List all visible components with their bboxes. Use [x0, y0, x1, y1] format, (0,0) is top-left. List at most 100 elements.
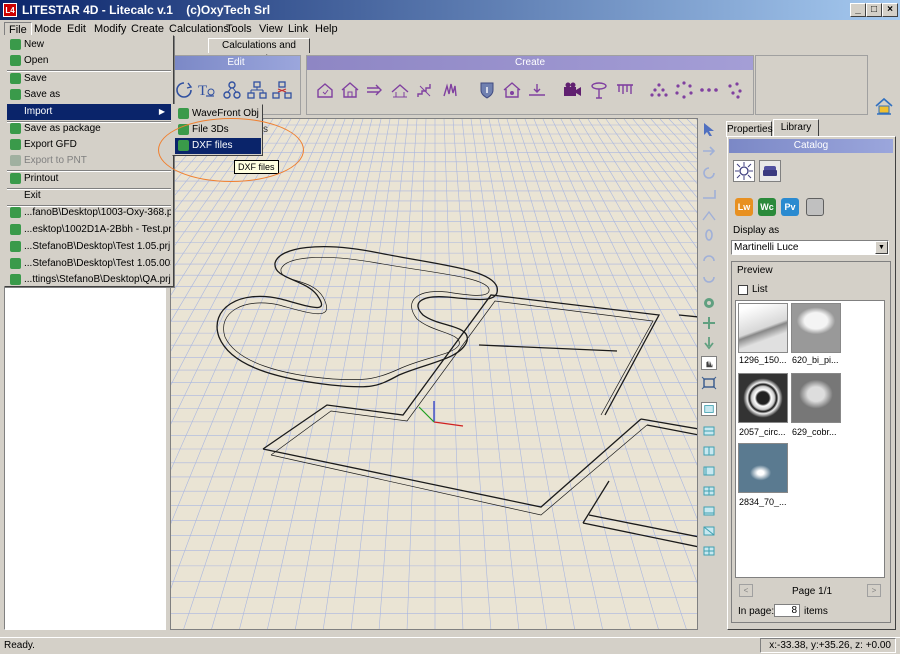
project-file-icon: [10, 241, 21, 252]
measure-icon[interactable]: [701, 208, 717, 222]
luminaire-catalog-button[interactable]: [733, 160, 755, 182]
menu-item-recent-2[interactable]: ...esktop\1002D1A-2Bbh - Test.prj: [7, 222, 171, 238]
redo-icon[interactable]: [701, 272, 717, 286]
menu-item-new[interactable]: New: [7, 37, 171, 53]
close-button[interactable]: ×: [882, 3, 898, 17]
stairs-create-icon[interactable]: [415, 80, 435, 100]
text-tool-icon[interactable]: T: [196, 80, 216, 100]
house-create-icon[interactable]: [340, 80, 360, 100]
menu-item-recent-3[interactable]: ...StefanoB\Desktop\Test 1.05.prj: [7, 239, 171, 255]
maximize-button[interactable]: □: [866, 3, 882, 17]
thumbnail-629[interactable]: [791, 373, 841, 423]
shield-create-icon[interactable]: [477, 80, 497, 100]
menu-link[interactable]: Link: [284, 22, 312, 37]
thumbnail-2057[interactable]: [738, 373, 788, 423]
tab-properties[interactable]: Properties: [726, 121, 773, 137]
thumbnail-2834[interactable]: [738, 443, 788, 493]
menu-item-printout[interactable]: Printout: [7, 171, 171, 187]
submenu-item-wavefront[interactable]: WaveFront Obj: [175, 106, 261, 122]
move-arrow-icon[interactable]: [701, 144, 717, 158]
view-top-icon[interactable]: [701, 402, 717, 416]
menu-tools[interactable]: Tools: [222, 22, 256, 37]
group-tool-icon[interactable]: [222, 80, 242, 100]
import-obj-icon: [178, 108, 189, 119]
lw-badge[interactable]: Lw: [735, 198, 753, 216]
thumbnail-grid[interactable]: 1296_150... 620_bi_pi... 2057_circ... 62…: [735, 300, 885, 578]
ungroup-tool-icon[interactable]: [272, 80, 292, 100]
tab-calculations-results[interactable]: Calculations and Results: [208, 38, 310, 65]
wc-badge[interactable]: Wc: [758, 198, 776, 216]
tab-library[interactable]: Library: [773, 119, 819, 137]
menu-item-save-as[interactable]: Save as: [7, 87, 171, 103]
roof-create-icon[interactable]: [390, 80, 410, 100]
rotate-tool-icon[interactable]: [174, 80, 194, 100]
list-checkbox[interactable]: [738, 285, 748, 295]
submenu-item-3ds[interactable]: File 3Ds: [175, 122, 261, 138]
home-light-icon[interactable]: [502, 80, 522, 100]
view-back-icon[interactable]: [701, 444, 717, 458]
package-icon: [10, 123, 21, 134]
submenu-item-dxf[interactable]: DXF files: [175, 138, 261, 154]
empty-tool-group: [755, 55, 868, 115]
hand-icon[interactable]: [701, 356, 717, 370]
menu-item-exit[interactable]: Exit: [7, 188, 171, 204]
menu-item-label: WaveFront Obj: [192, 108, 259, 119]
view-grid-icon[interactable]: [701, 544, 717, 558]
menu-item-recent-1[interactable]: ...fanoB\Desktop\1003-Oxy-368.prj: [7, 205, 171, 221]
menu-item-label: ...StefanoB\Desktop\Test 1.05.003: [24, 258, 171, 269]
save-as-icon: [10, 89, 21, 100]
edit-catalog-icon[interactable]: [806, 198, 824, 216]
menu-help[interactable]: Help: [311, 22, 342, 37]
select-arrow-icon[interactable]: [701, 122, 717, 136]
dots-free-icon[interactable]: [725, 80, 745, 100]
prev-page-button[interactable]: <: [739, 584, 753, 597]
luminaire-icon[interactable]: [589, 80, 609, 100]
dropdown-arrow-icon[interactable]: ▼: [875, 241, 888, 254]
pv-badge[interactable]: Pv: [781, 198, 799, 216]
view-left-icon[interactable]: [701, 464, 717, 478]
menu-item-save[interactable]: Save: [7, 71, 171, 87]
menu-item-recent-4[interactable]: ...StefanoB\Desktop\Test 1.05.003: [7, 256, 171, 272]
surface-create-icon[interactable]: [527, 80, 547, 100]
display-as-select[interactable]: Martinelli Luce ▼: [731, 240, 889, 255]
zoom-extents-icon[interactable]: [701, 376, 717, 390]
hierarchy-tool-icon[interactable]: [247, 80, 267, 100]
home-icon[interactable]: [874, 96, 894, 116]
rotate-view-icon[interactable]: [701, 166, 717, 180]
view-iso-icon[interactable]: [701, 524, 717, 538]
minimize-button[interactable]: _: [850, 3, 866, 17]
items-per-page-input[interactable]: 8: [774, 604, 800, 617]
3d-viewport[interactable]: [170, 118, 698, 630]
import-submenu: WaveFront Obj File 3Ds DXF files: [172, 104, 263, 156]
furniture-catalog-button[interactable]: [759, 160, 781, 182]
camera-icon[interactable]: [562, 80, 582, 100]
zero-icon[interactable]: [701, 228, 717, 242]
menu-item-import[interactable]: Import ▶: [7, 104, 171, 120]
viewport-canvas[interactable]: [171, 119, 698, 630]
menu-item-save-package[interactable]: Save as package: [7, 121, 171, 137]
orbit-icon[interactable]: [701, 296, 717, 310]
dots-triangle-icon[interactable]: [649, 80, 669, 100]
window-title: LITESTAR 4D - Litecalc v.1 (c)OxyTech Sr…: [22, 3, 271, 17]
view-bottom-icon[interactable]: [701, 504, 717, 518]
next-page-button[interactable]: >: [867, 584, 881, 597]
room-create-icon[interactable]: [315, 80, 335, 100]
thumbnail-620[interactable]: [791, 303, 841, 353]
undo-icon[interactable]: [701, 252, 717, 266]
menu-item-label: File 3Ds: [192, 124, 229, 135]
view-right-icon[interactable]: [701, 484, 717, 498]
menu-item-open[interactable]: Open: [7, 53, 171, 69]
dots-circle-icon[interactable]: [674, 80, 694, 100]
view-front-icon[interactable]: [701, 424, 717, 438]
light-array-icon[interactable]: [615, 80, 635, 100]
menu-view[interactable]: View: [255, 22, 287, 37]
zoom-down-icon[interactable]: [701, 336, 717, 350]
wall-create-icon[interactable]: [365, 80, 385, 100]
steps-icon[interactable]: [701, 186, 717, 200]
dots-line-icon[interactable]: [699, 80, 719, 100]
menu-item-recent-5[interactable]: ...ttings\StefanoB\Desktop\QA.prj: [7, 272, 171, 288]
menu-item-export-gfd[interactable]: Export GFD: [7, 137, 171, 153]
thumbnail-1296[interactable]: [738, 303, 788, 353]
hands-create-icon[interactable]: [440, 80, 460, 100]
pan-icon[interactable]: [701, 316, 717, 330]
